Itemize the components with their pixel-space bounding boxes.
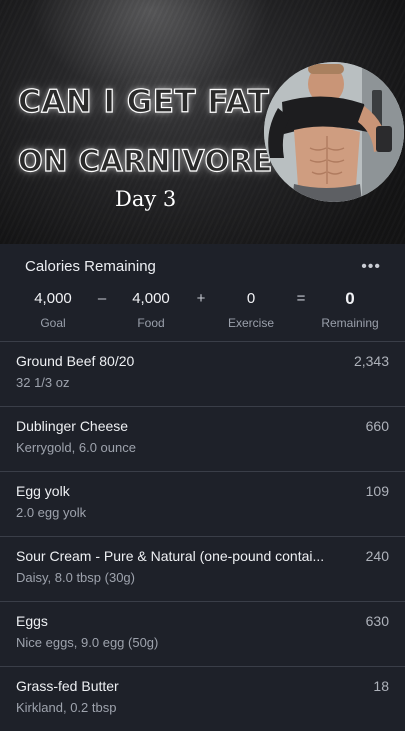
- food-name: Ground Beef 80/20: [16, 353, 135, 369]
- food-detail: 32 1/3 oz: [16, 375, 70, 390]
- food-item-ground-beef[interactable]: Ground Beef 80/20 32 1/3 oz 2,343: [0, 341, 405, 406]
- food-item-dublinger-cheese[interactable]: Dublinger Cheese Kerrygold, 6.0 ounce 66…: [0, 406, 405, 471]
- food-calories: 630: [365, 613, 389, 629]
- calories-summary: Calories Remaining ••• 4,000 Goal – 4,00…: [0, 244, 405, 341]
- food-label: Food: [137, 316, 165, 330]
- headline-line-2: ON CARNIVORE?: [17, 143, 291, 178]
- summary-title: Calories Remaining: [25, 258, 156, 275]
- food-calories: 240: [365, 548, 389, 564]
- food-detail: Nice eggs, 9.0 egg (50g): [16, 635, 159, 650]
- food-detail: Kirkland, 0.2 tbsp: [16, 700, 117, 715]
- exercise-value: 0: [246, 290, 256, 307]
- food-calories: 109: [365, 483, 389, 499]
- goal-label: Goal: [40, 316, 66, 330]
- headline-line-1: CAN I GET FAT: [17, 83, 270, 120]
- remaining-value: 0: [345, 289, 355, 308]
- food-name: Sour Cream - Pure & Natural (one-pound c…: [16, 548, 325, 564]
- equals-operator: =: [296, 290, 306, 307]
- goal-value: 4,000: [34, 290, 72, 307]
- food-calories: 18: [373, 678, 389, 694]
- food-item-sour-cream[interactable]: Sour Cream - Pure & Natural (one-pound c…: [0, 536, 405, 601]
- hero-banner: CAN I GET FAT ON CARNIVORE? Day 3: [0, 0, 405, 244]
- food-name: Grass-fed Butter: [16, 678, 119, 694]
- food-name: Dublinger Cheese: [16, 418, 129, 434]
- minus-operator: –: [97, 290, 107, 307]
- food-calories: 2,343: [353, 353, 389, 369]
- remaining-label: Remaining: [321, 316, 379, 330]
- food-calories: 660: [365, 418, 389, 434]
- profile-photo: [264, 62, 404, 202]
- exercise-label: Exercise: [227, 316, 274, 330]
- more-horizontal-icon[interactable]: •••: [361, 258, 381, 276]
- food-list: Ground Beef 80/20 32 1/3 oz 2,343 Dublin…: [0, 341, 405, 731]
- food-detail: Daisy, 8.0 tbsp (30g): [16, 570, 135, 585]
- food-name: Eggs: [16, 613, 48, 629]
- food-item-egg-yolk[interactable]: Egg yolk 2.0 egg yolk 109: [0, 471, 405, 536]
- food-name: Egg yolk: [16, 483, 70, 499]
- day-label: Day 3: [115, 187, 177, 211]
- food-value: 4,000: [132, 290, 170, 307]
- food-item-grass-fed-butter[interactable]: Grass-fed Butter Kirkland, 0.2 tbsp 18: [0, 666, 405, 731]
- food-detail: Kerrygold, 6.0 ounce: [16, 440, 136, 455]
- food-item-eggs[interactable]: Eggs Nice eggs, 9.0 egg (50g) 630: [0, 601, 405, 666]
- food-detail: 2.0 egg yolk: [16, 505, 87, 520]
- plus-operator: +: [196, 290, 206, 307]
